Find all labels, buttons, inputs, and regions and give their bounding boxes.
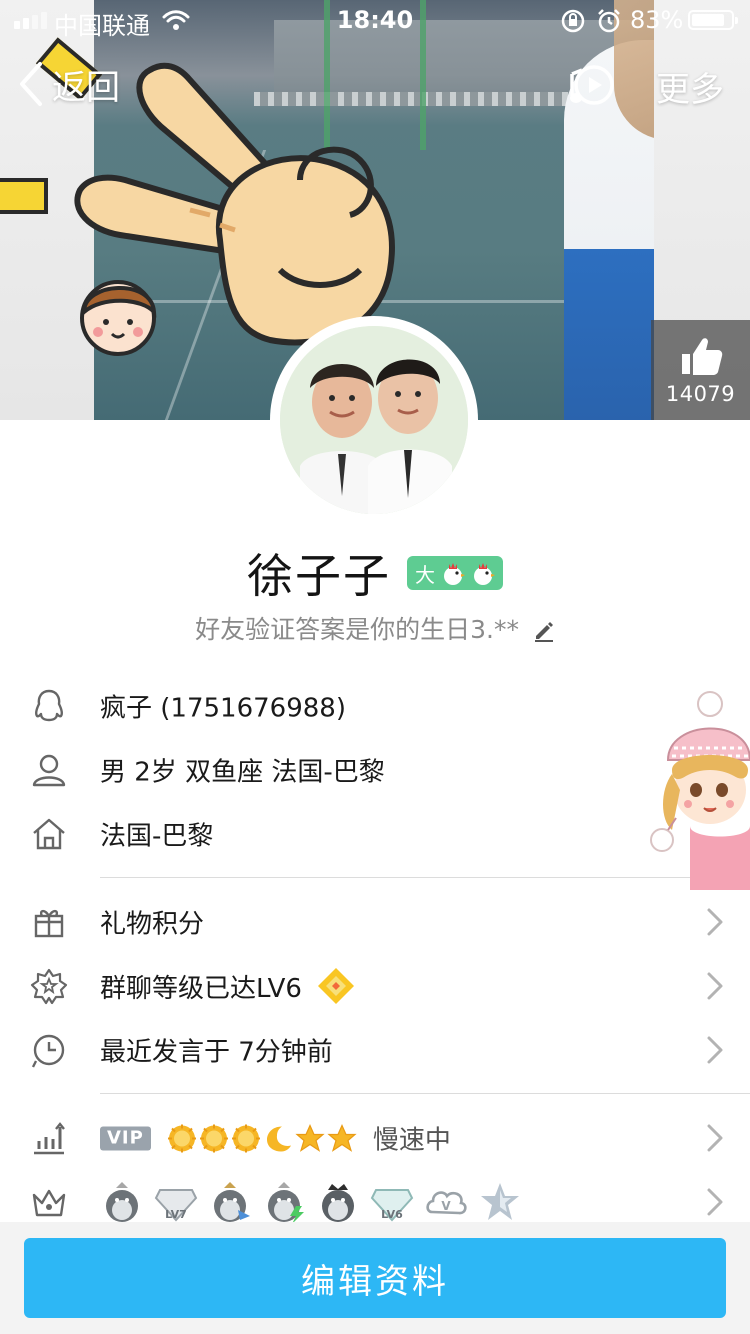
back-label: 返回 <box>52 67 120 108</box>
svg-text:LV6: LV6 <box>381 1208 403 1221</box>
person-icon <box>30 751 68 789</box>
diamond-icon <box>317 968 354 1004</box>
avatar-photo <box>280 326 468 514</box>
chevron-right-icon <box>707 1124 723 1152</box>
group-level-row[interactable]: 群聊等级已达LV6 <box>0 954 750 1018</box>
last-message-text: 最近发言于 7分钟前 <box>100 1037 333 1068</box>
chevron-right-icon <box>707 1036 723 1064</box>
vip-level-icons <box>167 1123 357 1153</box>
clock-icon <box>30 1031 68 1069</box>
growth-chart-icon <box>30 1119 68 1157</box>
moon-icon <box>266 1126 291 1151</box>
chicken-icon <box>474 563 495 585</box>
qq-penguin-badge-icon <box>214 1182 250 1222</box>
star-icon <box>327 1123 357 1152</box>
battery-icon <box>688 10 738 30</box>
svg-text:LV7: LV7 <box>165 1208 187 1221</box>
chevron-left-icon <box>20 62 42 106</box>
back-button[interactable]: 返回 <box>16 58 120 110</box>
hometown-text: 法国-巴黎 <box>100 821 214 852</box>
gift-points-row[interactable]: 礼物积分 <box>0 890 750 954</box>
like-button[interactable]: 14079 <box>651 320 750 420</box>
like-count: 14079 <box>665 382 736 406</box>
star-icon <box>295 1123 325 1152</box>
signature-text: 好友验证答案是你的生日3.** <box>195 615 519 644</box>
personal-info-text: 男 2岁 双鱼座 法国-巴黎 <box>100 757 385 788</box>
crowned-penguin-badge-icon <box>322 1184 354 1222</box>
edit-profile-button[interactable]: 编辑资料 <box>24 1238 726 1318</box>
crown-icon <box>30 1183 68 1221</box>
pendant-sticker-girl[interactable] <box>650 690 750 900</box>
section-divider <box>100 1093 750 1094</box>
diamond-lv7-badge-icon: LV7 <box>154 1189 198 1222</box>
qq-penguin-badge-icon <box>106 1182 138 1222</box>
chevron-right-icon <box>707 908 723 936</box>
alarm-icon <box>598 9 620 33</box>
battery-percent: 83% <box>630 6 684 34</box>
avatar[interactable] <box>280 326 468 514</box>
chevron-right-icon <box>707 1188 723 1216</box>
profile-name-row: 徐子子 大 <box>0 540 750 606</box>
chevron-right-icon <box>707 972 723 1000</box>
thumbs-up-icon <box>681 338 722 375</box>
hometown-row: 法国-巴黎 <box>0 802 750 866</box>
qq-penguin-icon <box>30 687 68 725</box>
level-badge-char: 大 <box>415 562 435 587</box>
status-bar: 中国联通 18:40 83% <box>0 0 750 40</box>
chicken-icon <box>444 563 465 585</box>
last-message-row[interactable]: 最近发言于 7分钟前 <box>0 1018 750 1082</box>
bottom-action-bar: 编辑资料 <box>0 1222 750 1334</box>
personal-info-row: 男 2岁 双鱼座 法国-巴黎 <box>0 738 750 802</box>
qq-nickname-number: 疯子 (1751676988) <box>100 693 346 724</box>
vip-row[interactable]: VIP 慢速中 <box>0 1106 750 1170</box>
home-icon <box>30 815 68 853</box>
profile-name: 徐子子 <box>247 549 391 603</box>
battery-level-fill <box>692 14 724 26</box>
sun-icon <box>199 1124 228 1152</box>
vip-tag: VIP <box>100 1126 151 1150</box>
music-play-icon[interactable] <box>566 62 616 108</box>
signature[interactable]: 好友验证答案是你的生日3.** <box>0 610 750 646</box>
sun-icon <box>231 1124 260 1152</box>
vip-status: 慢速中 <box>372 1125 451 1156</box>
gift-points-label: 礼物积分 <box>100 909 205 940</box>
group-level-label: 群聊等级已达LV6 <box>100 966 356 1006</box>
gift-icon <box>30 903 68 941</box>
svg-text:V: V <box>441 1199 451 1213</box>
sun-icon <box>167 1124 196 1152</box>
privilege-badges: LV7 LV6 V <box>100 1180 522 1224</box>
diamond-lv6-badge-icon: LV6 <box>370 1189 414 1222</box>
user-level-badge[interactable]: 大 <box>407 556 503 590</box>
qq-penguin-badge-icon <box>268 1182 304 1224</box>
qq-number-row: 疯子 (1751676988) <box>0 674 750 738</box>
pencil-icon[interactable] <box>533 620 555 642</box>
more-button[interactable]: 更多 <box>656 62 724 111</box>
badge-star-icon <box>30 967 68 1005</box>
rotation-lock-icon <box>561 9 585 33</box>
group-level-text: 群聊等级已达LV6 <box>100 973 302 1004</box>
cloud-v-badge-icon: V <box>426 1191 467 1215</box>
sticker-bar <box>0 178 48 214</box>
cartoon-face-sticker <box>80 280 157 356</box>
star-badge-icon <box>481 1183 519 1220</box>
vip-info: VIP 慢速中 <box>100 1120 451 1157</box>
